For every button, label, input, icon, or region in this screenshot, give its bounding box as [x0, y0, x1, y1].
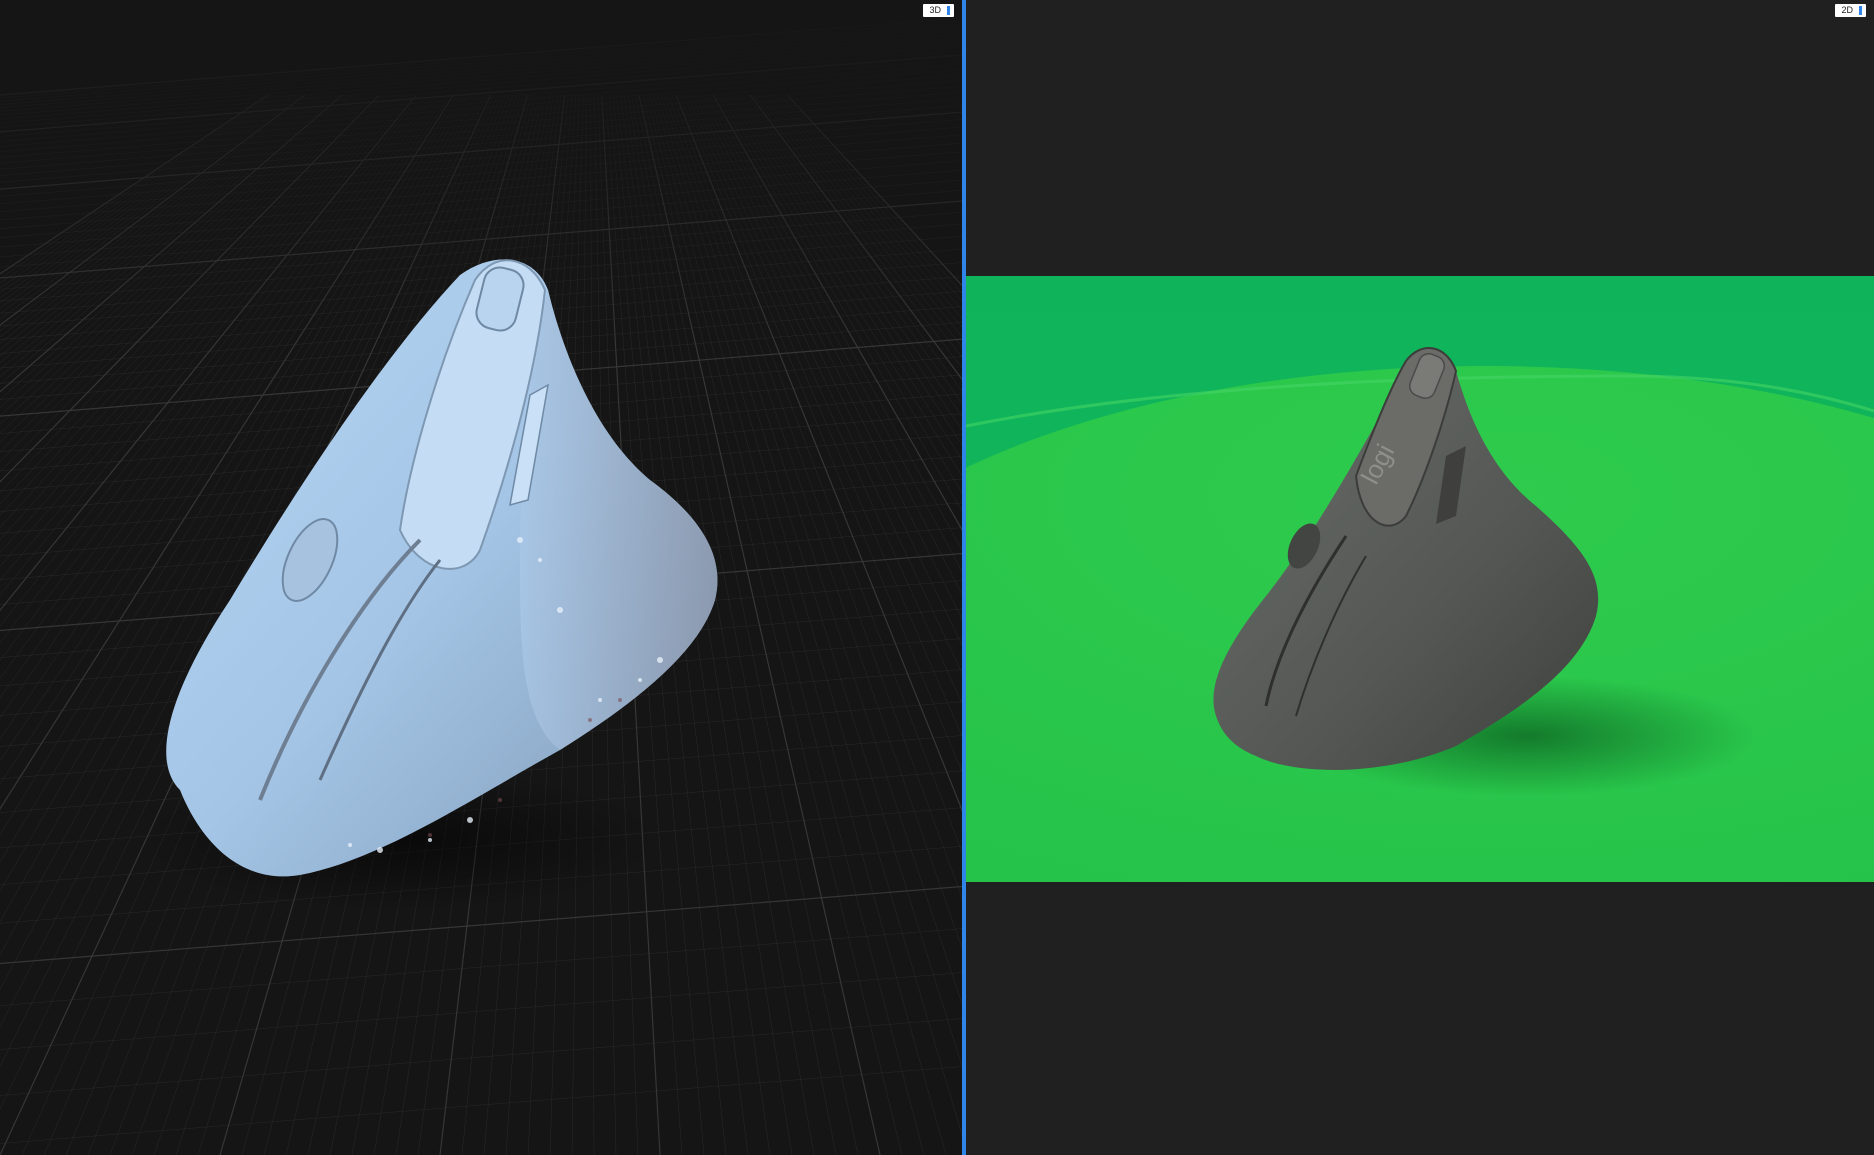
cube-icon	[947, 6, 950, 15]
scan-viewer: 3D logi 2D	[0, 0, 1874, 1155]
3d-scene[interactable]	[0, 0, 962, 1155]
2d-viewport[interactable]: logi 2D	[966, 0, 1874, 1155]
mode-2d-button[interactable]: 2D	[1835, 4, 1866, 17]
3d-viewport[interactable]: 3D	[0, 0, 962, 1155]
mode-2d-label: 2D	[1841, 5, 1853, 15]
mode-3d-label: 3D	[929, 5, 941, 15]
mode-3d-button[interactable]: 3D	[923, 4, 954, 17]
image-icon	[1859, 6, 1862, 15]
reference-photo[interactable]: logi	[966, 276, 1874, 882]
